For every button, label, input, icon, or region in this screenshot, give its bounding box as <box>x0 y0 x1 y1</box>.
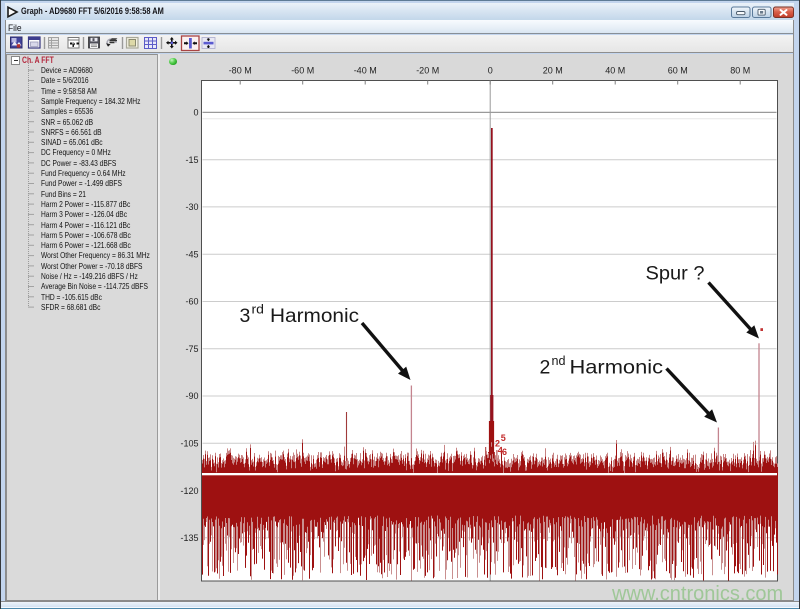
svg-text:-45: -45 <box>185 249 198 259</box>
svg-text:-90: -90 <box>185 391 198 401</box>
svg-text:-15: -15 <box>185 155 198 165</box>
svg-text:Harmonic: Harmonic <box>270 305 359 327</box>
svg-text:-120: -120 <box>180 486 198 496</box>
svg-text:-105: -105 <box>180 439 198 449</box>
svg-text:rd: rd <box>252 303 265 317</box>
svg-text:0: 0 <box>488 66 493 76</box>
svg-text:2: 2 <box>540 357 551 379</box>
svg-text:80 M: 80 M <box>730 66 750 76</box>
svg-text:Harmonic: Harmonic <box>570 357 664 379</box>
svg-text:6: 6 <box>502 447 507 457</box>
svg-text:-60: -60 <box>185 297 198 307</box>
svg-text:-75: -75 <box>185 344 198 354</box>
svg-text:-40 M: -40 M <box>354 66 377 76</box>
svg-text:40 M: 40 M <box>605 66 625 76</box>
svg-text:-30: -30 <box>185 202 198 212</box>
svg-text:3: 3 <box>240 305 251 327</box>
svg-text:0: 0 <box>193 108 198 118</box>
svg-text:-135: -135 <box>180 533 198 543</box>
svg-text:Spur ?: Spur ? <box>646 263 705 285</box>
svg-text:-80 M: -80 M <box>229 66 252 76</box>
svg-text:5: 5 <box>501 433 506 443</box>
svg-text:nd: nd <box>552 354 566 368</box>
svg-text:-20 M: -20 M <box>416 66 439 76</box>
svg-text:-60 M: -60 M <box>291 66 314 76</box>
svg-text:20 M: 20 M <box>543 66 563 76</box>
svg-text:60 M: 60 M <box>668 66 688 76</box>
